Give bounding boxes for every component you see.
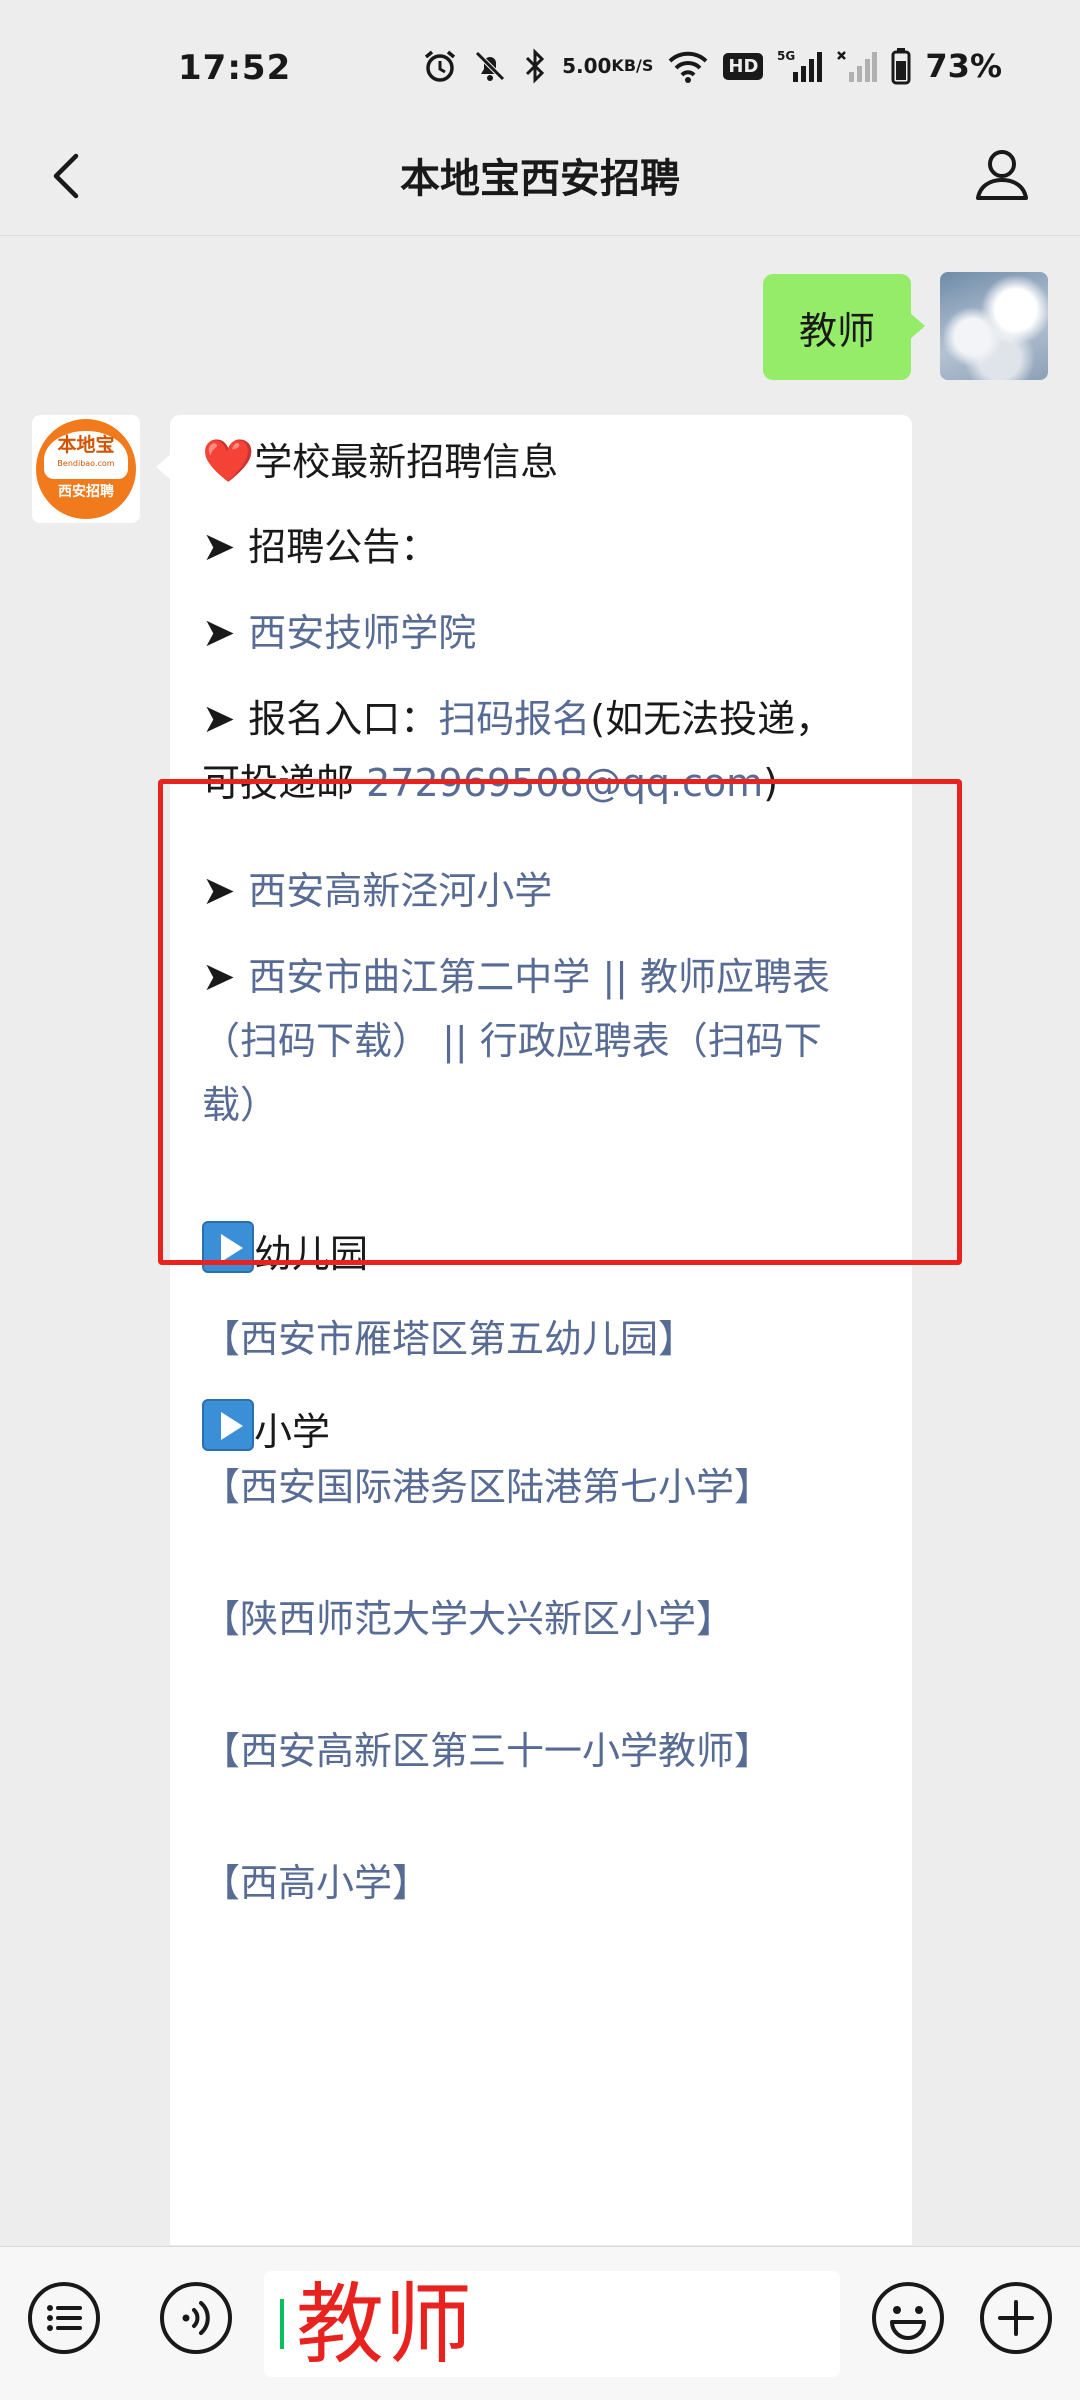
message-input-text: 教师 <box>296 2273 473 2376</box>
signal-5g-icon: 5G <box>777 48 823 84</box>
bot-message-bubble[interactable]: ❤️学校最新招聘信息 ➤ 招聘公告： ➤ 西安技师学院 ➤ 报名入口：扫码报名(… <box>156 415 912 2245</box>
link-scan-signup[interactable]: 扫码报名 <box>438 697 590 741</box>
alarm-icon <box>422 48 458 84</box>
play-icon <box>202 1399 254 1451</box>
status-bar: 17:52 5.00 KB/S HD 5G 73% <box>0 0 1080 140</box>
network-speed-value: 5.00 <box>562 54 612 78</box>
link-snnu-daxing-primary[interactable]: 【陕西师范大学大兴新区小学】 <box>202 1597 734 1641</box>
emoji-button[interactable] <box>870 2280 946 2356</box>
plus-button[interactable] <box>978 2280 1054 2356</box>
wifi-icon <box>667 49 709 83</box>
voice-icon <box>160 2282 232 2354</box>
section-primary-label: 小学 <box>254 1410 331 1454</box>
menu-icon <box>28 2282 100 2354</box>
text-caret <box>280 2299 284 2349</box>
link-yanta-no5-kindergarten[interactable]: 【西安市雁塔区第五幼儿园】 <box>202 1317 696 1361</box>
list-item: 【西安国际港务区陆港第七小学】 <box>202 1455 892 1519</box>
person-icon <box>976 150 1028 200</box>
heart-icon: ❤️ <box>202 436 255 485</box>
network-speed-unit: KB/S <box>611 56 654 75</box>
status-icons: 5.00 KB/S HD 5G 73% <box>422 44 1002 88</box>
link-xigao-primary[interactable]: 【西高小学】 <box>202 1861 430 1905</box>
bot-avatar[interactable]: 本地宝 Bendibao.com 西安招聘 <box>32 415 140 523</box>
bot-avatar-name: 本地宝 <box>57 434 115 456</box>
back-button[interactable] <box>40 146 100 206</box>
menu-button[interactable] <box>26 2280 102 2356</box>
user-message-bubble[interactable]: 教师 <box>763 274 925 380</box>
profile-button[interactable] <box>970 142 1034 206</box>
list-item: 【西高小学】 <box>202 1851 892 1915</box>
bluetooth-icon <box>522 48 548 84</box>
message-header-text: 学校最新招聘信息 <box>254 440 559 484</box>
chat-area[interactable]: 教师 本地宝 Bendibao.com 西安招聘 ❤️学校最新招聘信息 ➤ 招聘… <box>0 237 1080 2245</box>
link-lugang-no7-primary[interactable]: 【西安国际港务区陆港第七小学】 <box>202 1465 772 1509</box>
svg-text:5G: 5G <box>777 49 795 63</box>
highlight-box <box>158 779 962 1265</box>
signup-note: (如无法投递， <box>590 697 834 741</box>
mute-icon <box>472 48 508 84</box>
arrow-icon: ➤ <box>202 696 249 742</box>
user-avatar[interactable] <box>940 272 1048 380</box>
link-gaoxin-no31-primary[interactable]: 【西安高新区第三十一小学教师】 <box>202 1729 772 1773</box>
section-announcement-label: 招聘公告： <box>248 525 439 569</box>
hd-badge: HD <box>723 52 764 80</box>
list-item: 【西安市雁塔区第五幼儿园】 <box>202 1307 892 1371</box>
bot-avatar-top: 本地宝 Bendibao.com <box>44 431 128 479</box>
battery-percent: 73% <box>925 47 1002 85</box>
list-item: 【陕西师范大学大兴新区小学】 <box>202 1587 892 1651</box>
plus-icon <box>980 2282 1052 2354</box>
message-header: ❤️学校最新招聘信息 <box>202 429 892 494</box>
bot-avatar-subtitle: 西安招聘 <box>58 484 114 500</box>
bot-avatar-domain: Bendibao.com <box>57 459 115 468</box>
list-item: 【西安高新区第三十一小学教师】 <box>202 1719 892 1783</box>
nav-bar: 本地宝西安招聘 <box>0 120 1080 236</box>
section-announcement: ➤ 招聘公告： <box>202 515 892 579</box>
network-speed: 5.00 KB/S <box>562 54 654 78</box>
arrow-icon: ➤ <box>202 610 249 656</box>
input-bar: 教师 <box>0 2246 1080 2400</box>
list-item: ➤ 西安技师学院 <box>202 601 892 665</box>
status-time: 17:52 <box>178 48 292 88</box>
emoji-icon <box>872 2282 944 2354</box>
chevron-left-icon <box>53 153 79 199</box>
user-message-text: 教师 <box>798 308 875 353</box>
page-title: 本地宝西安招聘 <box>400 156 680 202</box>
link-xian-technician-college[interactable]: 西安技师学院 <box>248 611 476 655</box>
arrow-icon: ➤ <box>202 524 249 570</box>
voice-button[interactable] <box>158 2280 234 2356</box>
bot-avatar-logo: 本地宝 Bendibao.com 西安招聘 <box>36 419 136 519</box>
battery-icon <box>891 47 911 85</box>
signal-sim2-icon <box>837 48 878 84</box>
signup-label: 报名入口： <box>248 697 439 741</box>
message-input[interactable]: 教师 <box>264 2271 840 2377</box>
